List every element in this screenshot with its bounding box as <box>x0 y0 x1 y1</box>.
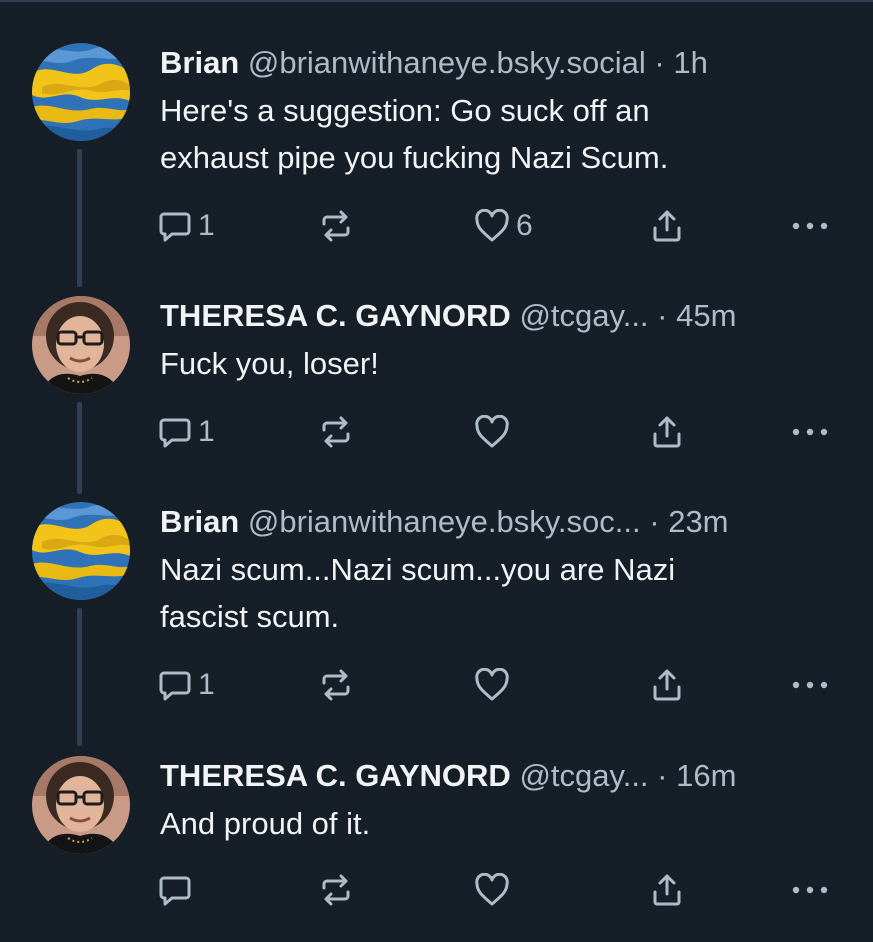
post-text-line: exhaust pipe you fucking Nazi Scum. <box>160 140 669 175</box>
thread-connector <box>77 402 82 494</box>
share-icon <box>653 416 681 448</box>
separator: · <box>657 298 668 333</box>
thread-connector <box>77 149 82 287</box>
reply-button[interactable] <box>158 870 198 910</box>
ellipsis-icon <box>792 428 828 436</box>
timestamp[interactable]: 23m <box>668 504 728 539</box>
ukraine-flag-avatar-image <box>32 502 130 600</box>
post-text-line: Nazi scum...Nazi scum...you are Nazi <box>160 552 676 587</box>
reply-icon <box>159 418 191 448</box>
reply-count: 1 <box>198 415 215 448</box>
reply-icon <box>159 671 191 701</box>
post-actions: 1 <box>158 665 838 705</box>
share-button[interactable] <box>650 870 684 910</box>
like-button[interactable] <box>474 665 516 705</box>
reply-button[interactable]: 1 <box>158 665 215 705</box>
post-header: THERESA C. GAYNORD @tcgay... · 45m <box>160 296 736 336</box>
more-options-button[interactable] <box>790 206 830 246</box>
post-header: THERESA C. GAYNORD @tcgay... · 16m <box>160 756 736 796</box>
avatar[interactable] <box>32 43 130 141</box>
thread-connector <box>77 608 82 746</box>
heart-icon <box>475 873 509 906</box>
share-button[interactable] <box>650 412 684 452</box>
woman-glasses-avatar-image <box>32 296 130 394</box>
share-icon <box>653 669 681 701</box>
more-options-button[interactable] <box>790 665 830 705</box>
share-button[interactable] <box>650 665 684 705</box>
heart-icon <box>475 209 509 242</box>
separator: · <box>649 504 660 539</box>
post-text-line: Fuck you, loser! <box>160 346 379 381</box>
heart-icon <box>475 668 509 701</box>
repost-button[interactable] <box>318 870 354 910</box>
author-handle[interactable]: @brianwithaneye.bsky.social <box>248 45 646 80</box>
avatar[interactable] <box>32 296 130 394</box>
ukraine-flag-avatar-image <box>32 43 130 141</box>
more-options-button[interactable] <box>790 870 830 910</box>
post-text: Here's a suggestion: Go suck off an exha… <box>160 87 840 181</box>
more-options-button[interactable] <box>790 412 830 452</box>
repost-icon <box>322 874 350 906</box>
reply-count: 1 <box>198 209 215 242</box>
post-text-line: Here's a suggestion: Go suck off an <box>160 93 650 128</box>
heart-icon <box>475 415 509 448</box>
author-name[interactable]: Brian <box>160 504 239 539</box>
post-text: Fuck you, loser! <box>160 340 840 387</box>
share-button[interactable] <box>650 206 684 246</box>
reply-button[interactable]: 1 <box>158 412 215 452</box>
timestamp[interactable]: 45m <box>676 298 736 333</box>
post-text-line: And proud of it. <box>160 806 371 841</box>
repost-button[interactable] <box>318 412 354 452</box>
post-header: Brian @brianwithaneye.bsky.social · 1h <box>160 43 708 83</box>
author-handle[interactable]: @tcgay... <box>519 298 648 333</box>
author-name[interactable]: THERESA C. GAYNORD <box>160 758 511 793</box>
repost-icon <box>322 669 350 701</box>
post-text: And proud of it. <box>160 800 840 847</box>
post-actions: 1 <box>158 412 838 452</box>
share-icon <box>653 210 681 242</box>
post-text-line: fascist scum. <box>160 599 340 634</box>
author-name[interactable]: THERESA C. GAYNORD <box>160 298 511 333</box>
ellipsis-icon <box>792 886 828 894</box>
separator: · <box>654 45 665 80</box>
timestamp[interactable]: 16m <box>676 758 736 793</box>
author-handle[interactable]: @brianwithaneye.bsky.soc... <box>248 504 641 539</box>
woman-glasses-avatar-image <box>32 756 130 854</box>
repost-button[interactable] <box>318 206 354 246</box>
like-button[interactable] <box>474 870 516 910</box>
reply-icon <box>159 876 191 906</box>
author-name[interactable]: Brian <box>160 45 239 80</box>
repost-icon <box>322 210 350 242</box>
reply-button[interactable]: 1 <box>158 206 215 246</box>
like-button[interactable] <box>474 412 516 452</box>
like-button[interactable]: 6 <box>474 206 533 246</box>
like-count: 6 <box>516 209 533 242</box>
post-actions <box>158 870 838 910</box>
repost-icon <box>322 416 350 448</box>
post-actions: 1 6 <box>158 206 838 246</box>
share-icon <box>653 874 681 906</box>
avatar[interactable] <box>32 756 130 854</box>
repost-button[interactable] <box>318 665 354 705</box>
post-text: Nazi scum...Nazi scum...you are Nazi fas… <box>160 546 840 640</box>
avatar[interactable] <box>32 502 130 600</box>
reply-count: 1 <box>198 668 215 701</box>
thread: Brian @brianwithaneye.bsky.social · 1h H… <box>0 0 873 942</box>
reply-icon <box>159 212 191 242</box>
ellipsis-icon <box>792 681 828 689</box>
author-handle[interactable]: @tcgay... <box>519 758 648 793</box>
post-header: Brian @brianwithaneye.bsky.soc... · 23m <box>160 502 729 542</box>
timestamp[interactable]: 1h <box>673 45 707 80</box>
ellipsis-icon <box>792 222 828 230</box>
separator: · <box>657 758 668 793</box>
